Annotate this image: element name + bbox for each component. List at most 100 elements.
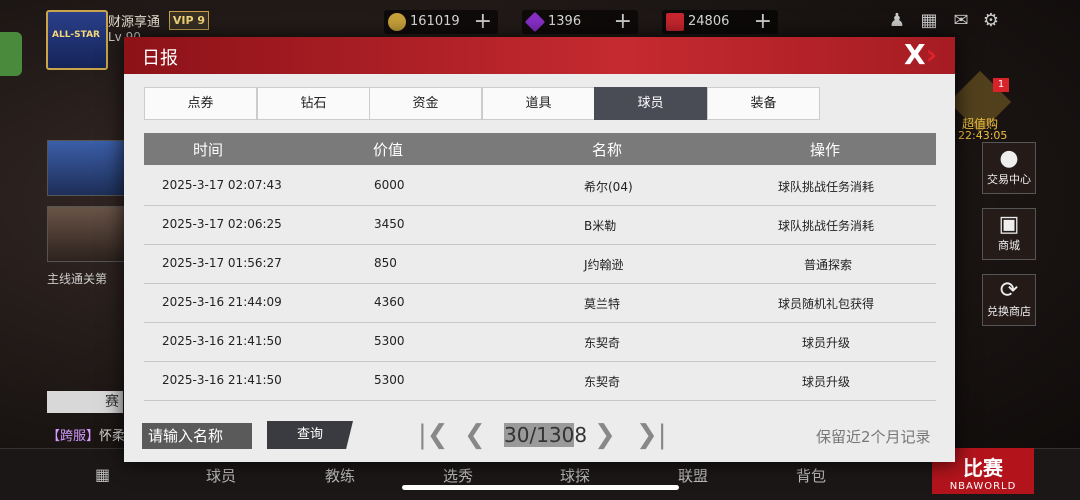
next-page-icon[interactable]: ❯ [594, 420, 616, 450]
diamond-icon [524, 11, 546, 33]
row-value: 3450 [374, 217, 405, 231]
chat-line: 【跨服】怀柔 [47, 425, 125, 444]
mainline-text: 主线通关第 [47, 272, 108, 286]
column-time: 时间 [193, 141, 224, 159]
row-time: 2025-3-17 02:06:25 [162, 217, 282, 231]
row-value: 850 [374, 256, 397, 270]
trade-label: 交易中心 [987, 173, 1031, 186]
coin-icon [388, 13, 406, 31]
table-row: 2025-3-17 02:06:25 3450 B米勒 球队挑战任务消耗 [144, 206, 936, 245]
exchange-label: 兑换商店 [987, 305, 1031, 318]
diamond-counter: 1396 + [522, 9, 638, 34]
ticket-counter: 24806 + [662, 9, 778, 34]
row-value: 6000 [374, 178, 405, 192]
tab-funds[interactable]: 资金 [369, 87, 482, 120]
deal-timer: 22:43:05 [958, 129, 1008, 142]
nav-bag[interactable]: 背包 [796, 465, 826, 486]
nav-league[interactable]: 联盟 [678, 465, 708, 486]
ticket-icon [666, 13, 684, 31]
row-value: 4360 [374, 295, 405, 309]
row-name: B米勒 [584, 219, 617, 233]
first-page-icon[interactable]: |❮ [418, 420, 449, 450]
vip-badge: VIP 9 [169, 11, 209, 30]
query-button[interactable]: 查询 [267, 421, 353, 449]
tab-items[interactable]: 道具 [482, 87, 595, 120]
server-tag: 【跨服】 [47, 429, 100, 444]
tab-diamonds[interactable]: 钻石 [257, 87, 370, 120]
shop-label: 商城 [998, 239, 1020, 252]
row-name: 希尔(04) [584, 180, 633, 194]
add-ticket-button[interactable]: + [754, 9, 772, 34]
column-value: 价值 [373, 141, 404, 159]
deal-badge: 1 [993, 78, 1009, 92]
row-action: 球队挑战任务消耗 [778, 180, 875, 194]
row-name: 莫兰特 [584, 297, 621, 311]
row-time: 2025-3-16 21:44:09 [162, 295, 282, 309]
trade-icon: ● [999, 146, 1019, 171]
refresh-icon: ⟳ [999, 278, 1019, 303]
row-time: 2025-3-17 02:07:43 [162, 178, 282, 192]
avatar[interactable]: ALL-STAR [46, 10, 108, 70]
row-action: 球员升级 [802, 336, 851, 350]
tab-equipment[interactable]: 装备 [707, 87, 820, 120]
column-name: 名称 [592, 141, 623, 159]
arena-thumbnail[interactable] [47, 206, 125, 262]
friends-icon[interactable]: ♟ [886, 10, 908, 32]
last-page-icon[interactable]: ❯| [636, 420, 667, 450]
match-sub: NBAWORLD [949, 481, 1017, 492]
gear-icon[interactable]: ⚙ [980, 10, 1002, 32]
row-time: 2025-3-16 21:41:50 [162, 334, 282, 348]
exchange-shop-button[interactable]: ⟳ 兑换商店 [982, 274, 1036, 326]
row-name: J约翰逊 [584, 258, 624, 272]
trade-center-button[interactable]: ● 交易中心 [982, 142, 1036, 194]
daily-report-dialog: 日报 X› 点券 钻石 资金 道具 球员 装备 时间 价值 名称 操作 2025… [124, 37, 955, 462]
row-value: 5300 [374, 373, 405, 387]
tab-players[interactable]: 球员 [594, 87, 707, 120]
mail-icon[interactable]: ✉ [950, 10, 972, 32]
chat-text: 怀柔 [99, 429, 126, 444]
player-name: 财源享通 [108, 15, 161, 30]
allstar-badge: ALL-STAR [52, 30, 100, 40]
table-row: 2025-3-16 21:41:50 5300 东契奇 球员升级 [144, 323, 936, 362]
table-row: 2025-3-16 21:44:09 4360 莫兰特 球员随机礼包获得 [144, 284, 936, 323]
close-icon[interactable]: X› [904, 40, 937, 70]
row-name: 东契奇 [584, 336, 621, 350]
player-thumbnail[interactable] [47, 140, 125, 196]
coin-value: 161019 [410, 14, 460, 29]
coin-counter: 161019 + [384, 9, 498, 34]
add-diamond-button[interactable]: + [614, 9, 632, 34]
grid-icon[interactable]: ▦ [95, 465, 110, 484]
tab-vouchers[interactable]: 点券 [144, 87, 257, 120]
table-row: 2025-3-16 21:41:50 5300 东契奇 球员升级 [144, 362, 936, 401]
row-value: 5300 [374, 334, 405, 348]
nav-players[interactable]: 球员 [206, 465, 236, 486]
nav-scout[interactable]: 球探 [560, 465, 590, 486]
name-search-input[interactable]: 请输入名称 [142, 423, 252, 449]
table-row: 2025-3-17 01:56:27 850 J约翰逊 普通探索 [144, 245, 936, 284]
prev-page-icon[interactable]: ❮ [464, 420, 486, 450]
row-action: 球员升级 [802, 375, 851, 389]
gamepad-tab[interactable] [0, 32, 22, 76]
nav-coach[interactable]: 教练 [325, 465, 355, 486]
ranking-icon[interactable]: ▦ [918, 10, 940, 32]
table-header: 时间 价值 名称 操作 [144, 133, 936, 165]
cart-icon: ▣ [998, 212, 1020, 237]
home-indicator[interactable] [402, 485, 679, 490]
row-time: 2025-3-17 01:56:27 [162, 256, 282, 270]
dialog-header: 日报 X› [124, 37, 955, 74]
row-action: 普通探索 [804, 258, 853, 272]
add-coin-button[interactable]: + [474, 9, 492, 34]
column-action: 操作 [810, 141, 841, 159]
shop-button[interactable]: ▣ 商城 [982, 208, 1036, 260]
row-time: 2025-3-16 21:41:50 [162, 373, 282, 387]
dialog-title: 日报 [142, 48, 178, 69]
diamond-value: 1396 [548, 14, 582, 29]
row-name: 东契奇 [584, 375, 621, 389]
page-indicator: 30/1308 [504, 423, 588, 447]
event-label[interactable]: 赛 [47, 391, 123, 413]
nav-draft[interactable]: 选秀 [443, 465, 473, 486]
row-action: 球队挑战任务消耗 [778, 219, 875, 233]
retention-note: 保留近2个月记录 [816, 428, 931, 446]
row-action: 球员随机礼包获得 [778, 297, 875, 311]
ticket-value: 24806 [688, 14, 730, 29]
